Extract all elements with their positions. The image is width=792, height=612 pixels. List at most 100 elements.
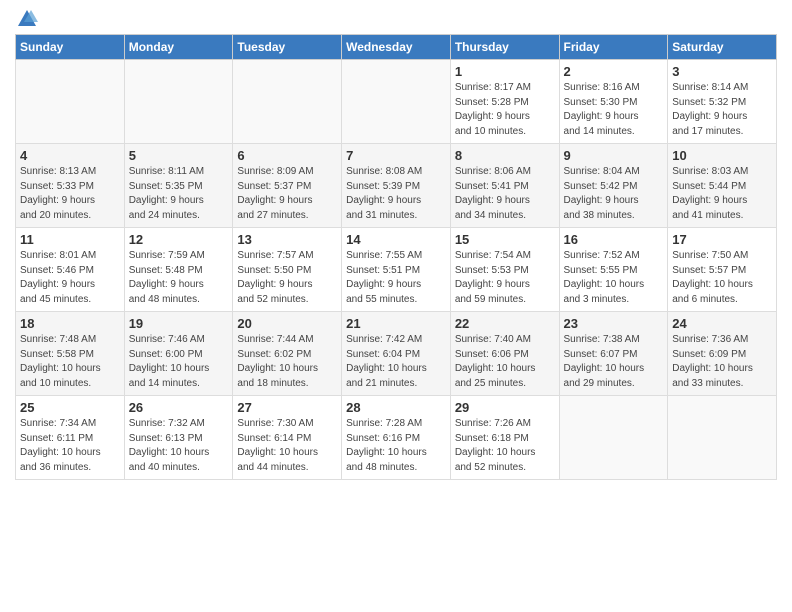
day-info: Sunrise: 7:28 AM Sunset: 6:16 PM Dayligh… [346,417,446,475]
day-number: 22 [455,316,555,331]
day-info: Sunrise: 7:42 AM Sunset: 6:04 PM Dayligh… [346,333,446,391]
calendar-cell: 1 Sunrise: 8:17 AM Sunset: 5:28 PM Daylig… [450,60,559,144]
day-number: 5 [129,148,229,163]
calendar-cell: 29Sunrise: 7:26 AM Sunset: 6:18 PM Dayli… [450,396,559,480]
day-number: 8 [455,148,555,163]
calendar-cell: 3Sunrise: 8:14 AM Sunset: 5:32 PM Daylig… [668,60,777,144]
calendar-cell: 26Sunrise: 7:32 AM Sunset: 6:13 PM Dayli… [124,396,233,480]
day-number: 17 [672,232,772,247]
day-number: 6 [237,148,337,163]
calendar-cell: 13 Sunrise: 7:57 AM Sunset: 5:50 PM Dayli… [233,228,342,312]
day-info: Sunrise: 7:46 AM Sunset: 6:00 PM Dayligh… [129,333,229,391]
col-tuesday: Tuesday [233,35,342,60]
calendar-cell: 24Sunrise: 7:36 AM Sunset: 6:09 PM Dayli… [668,312,777,396]
calendar-cell: 9 Sunrise: 8:04 AM Sunset: 5:42 PM Daylig… [559,144,668,228]
calendar-cell [16,60,125,144]
day-info: Sunrise: 7:36 AM Sunset: 6:09 PM Dayligh… [672,333,772,391]
day-number: 27 [237,400,337,415]
day-info: Sunrise: 7:52 AM Sunset: 5:55 PM Dayligh… [564,249,664,307]
header [15,10,777,26]
day-info: Sunrise: 7:59 AM Sunset: 5:48 PM Dayligh… [129,249,229,307]
col-friday: Friday [559,35,668,60]
day-number: 15 [455,232,555,247]
calendar-cell [342,60,451,144]
col-wednesday: Wednesday [342,35,451,60]
calendar-cell [233,60,342,144]
day-info: Sunrise: 7:40 AM Sunset: 6:06 PM Dayligh… [455,333,555,391]
calendar-cell: 5 Sunrise: 8:11 AM Sunset: 5:35 PM Daylig… [124,144,233,228]
calendar-week-3: 11Sunrise: 8:01 AM Sunset: 5:46 PM Dayli… [16,228,777,312]
day-number: 14 [346,232,446,247]
day-number: 1 [455,64,555,79]
col-thursday: Thursday [450,35,559,60]
calendar-cell [668,396,777,480]
calendar-week-2: 4 Sunrise: 8:13 AM Sunset: 5:33 PM Daylig… [16,144,777,228]
day-info: Sunrise: 8:17 AM Sunset: 5:28 PM Dayligh… [455,81,555,139]
day-number: 25 [20,400,120,415]
day-info: Sunrise: 8:09 AM Sunset: 5:37 PM Dayligh… [237,165,337,223]
day-number: 3 [672,64,772,79]
day-number: 7 [346,148,446,163]
calendar-cell: 10 Sunrise: 8:03 AM Sunset: 5:44 PM Dayli… [668,144,777,228]
day-info: Sunrise: 7:48 AM Sunset: 5:58 PM Dayligh… [20,333,120,391]
day-number: 21 [346,316,446,331]
calendar-cell: 20 Sunrise: 7:44 AM Sunset: 6:02 PM Dayli… [233,312,342,396]
day-number: 20 [237,316,337,331]
day-info: Sunrise: 8:13 AM Sunset: 5:33 PM Dayligh… [20,165,120,223]
logo [15,10,38,26]
day-info: Sunrise: 7:57 AM Sunset: 5:50 PM Dayligh… [237,249,337,307]
day-info: Sunrise: 8:11 AM Sunset: 5:35 PM Dayligh… [129,165,229,223]
page-container: Sunday Monday Tuesday Wednesday Thursday… [0,0,792,485]
day-number: 12 [129,232,229,247]
calendar-cell: 23 Sunrise: 7:38 AM Sunset: 6:07 PM Dayli… [559,312,668,396]
col-saturday: Saturday [668,35,777,60]
day-number: 2 [564,64,664,79]
day-info: Sunrise: 7:50 AM Sunset: 5:57 PM Dayligh… [672,249,772,307]
day-number: 29 [455,400,555,415]
calendar-cell: 12 Sunrise: 7:59 AM Sunset: 5:48 PM Dayli… [124,228,233,312]
day-number: 13 [237,232,337,247]
calendar-cell: 4 Sunrise: 8:13 AM Sunset: 5:33 PM Daylig… [16,144,125,228]
day-info: Sunrise: 8:16 AM Sunset: 5:30 PM Dayligh… [564,81,664,139]
day-info: Sunrise: 7:30 AM Sunset: 6:14 PM Dayligh… [237,417,337,475]
calendar-cell: 18 Sunrise: 7:48 AM Sunset: 5:58 PM Dayli… [16,312,125,396]
logo-icon [16,8,38,30]
calendar-cell: 21 Sunrise: 7:42 AM Sunset: 6:04 PM Dayli… [342,312,451,396]
day-info: Sunrise: 7:54 AM Sunset: 5:53 PM Dayligh… [455,249,555,307]
calendar-cell: 27 Sunrise: 7:30 AM Sunset: 6:14 PM Dayli… [233,396,342,480]
calendar-cell [124,60,233,144]
calendar-cell: 2 Sunrise: 8:16 AM Sunset: 5:30 PM Daylig… [559,60,668,144]
calendar-week-5: 25 Sunrise: 7:34 AM Sunset: 6:11 PM Dayli… [16,396,777,480]
col-sunday: Sunday [16,35,125,60]
day-info: Sunrise: 7:55 AM Sunset: 5:51 PM Dayligh… [346,249,446,307]
day-info: Sunrise: 8:06 AM Sunset: 5:41 PM Dayligh… [455,165,555,223]
calendar-cell: 19 Sunrise: 7:46 AM Sunset: 6:00 PM Dayli… [124,312,233,396]
calendar-cell: 15 Sunrise: 7:54 AM Sunset: 5:53 PM Dayli… [450,228,559,312]
day-info: Sunrise: 8:03 AM Sunset: 5:44 PM Dayligh… [672,165,772,223]
day-info: Sunrise: 8:08 AM Sunset: 5:39 PM Dayligh… [346,165,446,223]
day-info: Sunrise: 8:04 AM Sunset: 5:42 PM Dayligh… [564,165,664,223]
day-number: 11 [20,232,120,247]
calendar-cell: 14 Sunrise: 7:55 AM Sunset: 5:51 PM Dayli… [342,228,451,312]
day-number: 18 [20,316,120,331]
day-number: 9 [564,148,664,163]
day-info: Sunrise: 7:32 AM Sunset: 6:13 PM Dayligh… [129,417,229,475]
calendar-body: 1 Sunrise: 8:17 AM Sunset: 5:28 PM Daylig… [16,60,777,480]
calendar-cell: 28Sunrise: 7:28 AM Sunset: 6:16 PM Dayli… [342,396,451,480]
calendar-cell: 17 Sunrise: 7:50 AM Sunset: 5:57 PM Dayli… [668,228,777,312]
day-number: 16 [564,232,664,247]
calendar-cell: 7 Sunrise: 8:08 AM Sunset: 5:39 PM Daylig… [342,144,451,228]
day-number: 19 [129,316,229,331]
day-info: Sunrise: 7:38 AM Sunset: 6:07 PM Dayligh… [564,333,664,391]
day-info: Sunrise: 7:34 AM Sunset: 6:11 PM Dayligh… [20,417,120,475]
col-monday: Monday [124,35,233,60]
calendar-cell: 16 Sunrise: 7:52 AM Sunset: 5:55 PM Dayli… [559,228,668,312]
day-number: 4 [20,148,120,163]
calendar-cell: 8 Sunrise: 8:06 AM Sunset: 5:41 PM Daylig… [450,144,559,228]
day-number: 23 [564,316,664,331]
calendar-week-4: 18 Sunrise: 7:48 AM Sunset: 5:58 PM Dayli… [16,312,777,396]
day-number: 10 [672,148,772,163]
day-info: Sunrise: 7:44 AM Sunset: 6:02 PM Dayligh… [237,333,337,391]
calendar-cell: 6 Sunrise: 8:09 AM Sunset: 5:37 PM Daylig… [233,144,342,228]
calendar-week-1: 1 Sunrise: 8:17 AM Sunset: 5:28 PM Daylig… [16,60,777,144]
